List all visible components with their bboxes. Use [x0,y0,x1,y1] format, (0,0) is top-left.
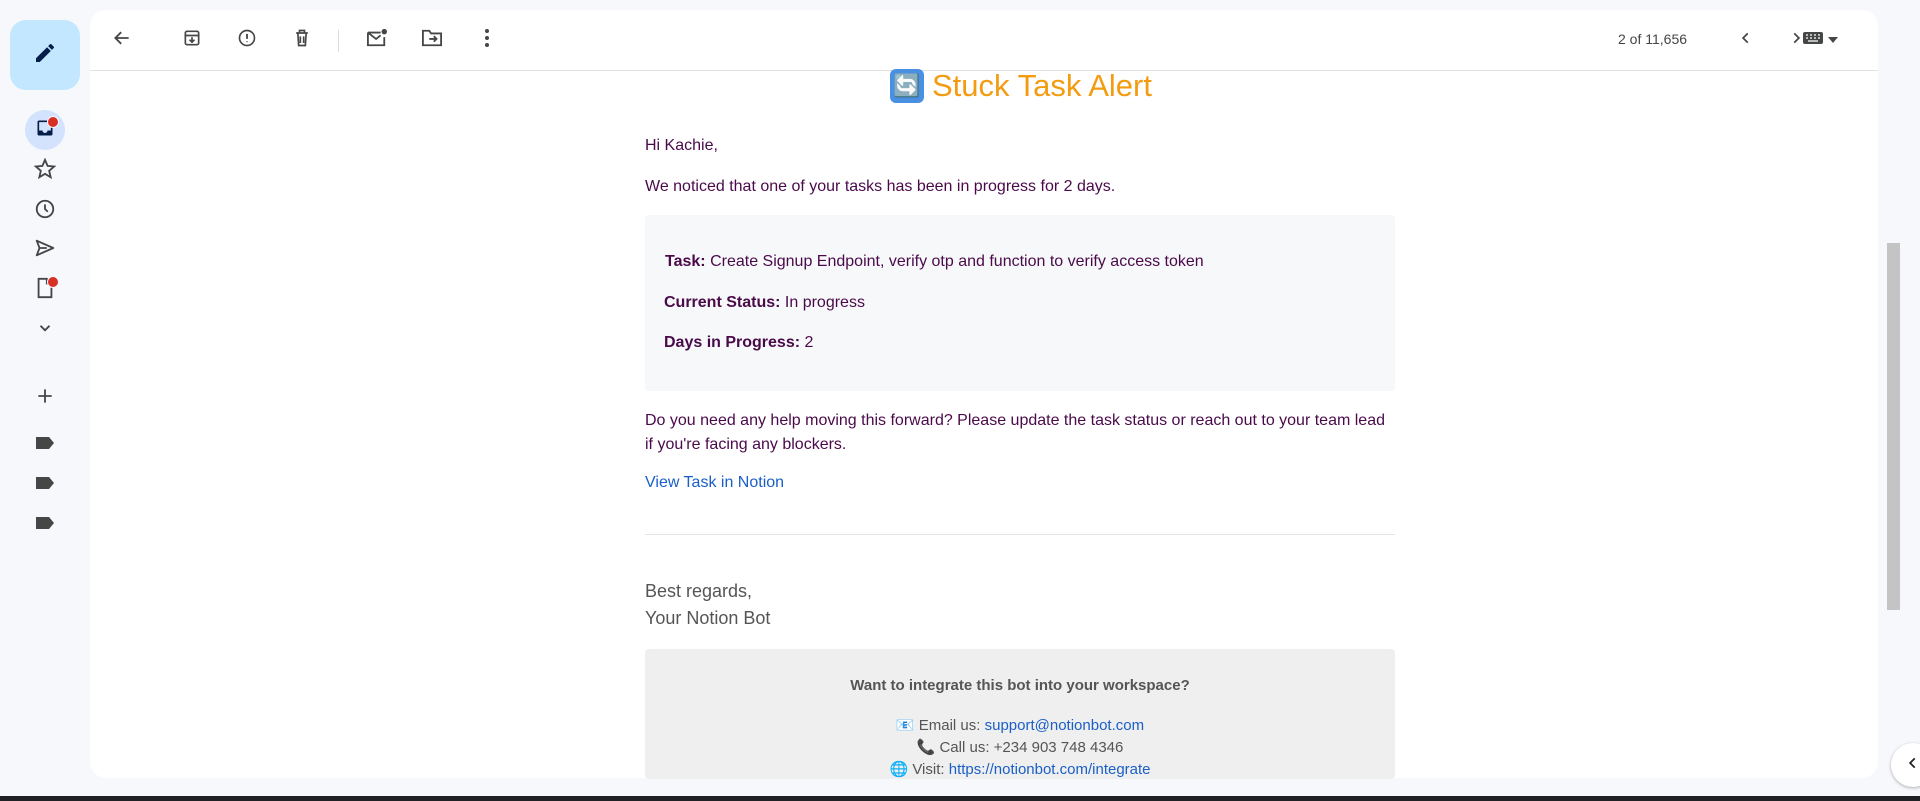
task-info-box: Task: Create Signup Endpoint, verify otp… [645,215,1395,391]
create-label-button[interactable] [25,378,65,418]
email-title: 🔄 Stuck Task Alert [890,68,1152,104]
label-nav-2[interactable] [25,465,65,505]
status-label: Current Status: [664,294,781,311]
status-value: In progress [784,294,865,311]
more-options-button[interactable] [467,20,507,60]
newer-button[interactable] [1726,20,1766,60]
footer-email-label: Email us: [918,717,981,734]
status-line: Current Status: In progress [664,294,865,312]
globe-icon: 🌐 [889,761,909,778]
signoff: Best regards, Your Notion Bot [645,578,770,632]
email-footer: Want to integrate this bot into your wor… [645,649,1395,779]
task-value: Create Signup Endpoint, verify otp and f… [710,253,1204,270]
drafts-nav[interactable] [25,270,65,310]
toolbar-divider [338,30,339,52]
compose-button[interactable] [10,20,80,90]
move-to-button[interactable] [412,20,452,60]
starred-nav[interactable] [25,151,65,191]
chevron-right-icon [1789,31,1803,50]
clock-icon [34,198,56,225]
regards-line: Best regards, [645,581,753,601]
task-line: Task: Create Signup Endpoint, verify otp… [665,253,1204,271]
phone-icon: 📞 [916,739,936,756]
delete-button[interactable] [282,20,322,60]
label-nav-3[interactable] [25,505,65,545]
sent-nav[interactable] [25,230,65,270]
signature-line: Your Notion Bot [645,608,771,628]
help-text: Do you need any help moving this forward… [645,412,1385,453]
footer-email-line: 📧 Email us: support@notionbot.com [645,716,1395,734]
intro-text: We noticed that one of your tasks has be… [645,178,1116,195]
plus-icon [35,386,55,411]
footer-phone-label: Call us: +234 903 748 4346 [939,739,1124,756]
inbox-unread-dot [47,116,59,128]
taskbar-edge [0,796,1920,801]
chevron-left-icon [1906,756,1920,775]
left-rail [0,0,90,801]
back-button[interactable] [102,20,142,60]
footer-phone-line: 📞 Call us: +234 903 748 4346 [645,738,1395,756]
more-vert-icon [484,28,490,53]
archive-button[interactable] [172,20,212,60]
days-line: Days in Progress: 2 [664,334,813,352]
report-spam-button[interactable] [227,20,267,60]
footer-web-label: Visit: [912,761,945,778]
chevron-down-icon [36,319,54,342]
send-icon [34,237,56,264]
email-icon: 📧 [895,717,915,734]
footer-question: Want to integrate this bot into your wor… [850,677,1190,694]
email-title-text: Stuck Task Alert [932,68,1152,103]
content-divider [645,534,1395,535]
pencil-icon [33,41,57,70]
snoozed-nav[interactable] [25,191,65,231]
footer-web-line: 🌐 Visit: https://notionbot.com/integrate [645,760,1395,778]
greeting: Hi Kachie, [645,137,718,154]
label-icon [35,516,55,535]
support-email-link[interactable]: support@notionbot.com [985,717,1145,734]
days-value: 2 [804,334,814,351]
integrate-link[interactable]: https://notionbot.com/integrate [949,761,1151,778]
dropdown-caret-icon [1828,31,1838,49]
message-toolbar: 2 of 11,656 [90,10,1878,71]
side-panel-toggle[interactable] [1891,743,1920,787]
label-nav-1[interactable] [25,425,65,465]
arrow-left-icon [112,28,132,53]
label-icon [35,476,55,495]
more-nav[interactable] [25,310,65,350]
trash-icon [293,28,311,53]
task-label: Task: [665,253,706,270]
star-icon [33,156,57,185]
pager-count: 2 of 11,656 [1618,31,1688,47]
mark-unread-button[interactable] [357,20,397,60]
chevron-left-icon [1739,31,1753,50]
input-tools-button[interactable] [1802,30,1846,50]
scrollbar-thumb[interactable] [1887,243,1900,610]
drafts-dot [47,276,59,288]
report-icon [237,28,257,53]
archive-icon [182,28,202,53]
days-label: Days in Progress: [664,334,801,351]
keyboard-icon [1802,31,1824,50]
inbox-nav[interactable] [25,110,65,150]
refresh-icon: 🔄 [890,69,924,103]
folder-move-icon [421,28,443,53]
view-task-link[interactable]: View Task in Notion [645,474,784,492]
label-icon [35,436,55,455]
mail-unread-icon [366,28,388,53]
